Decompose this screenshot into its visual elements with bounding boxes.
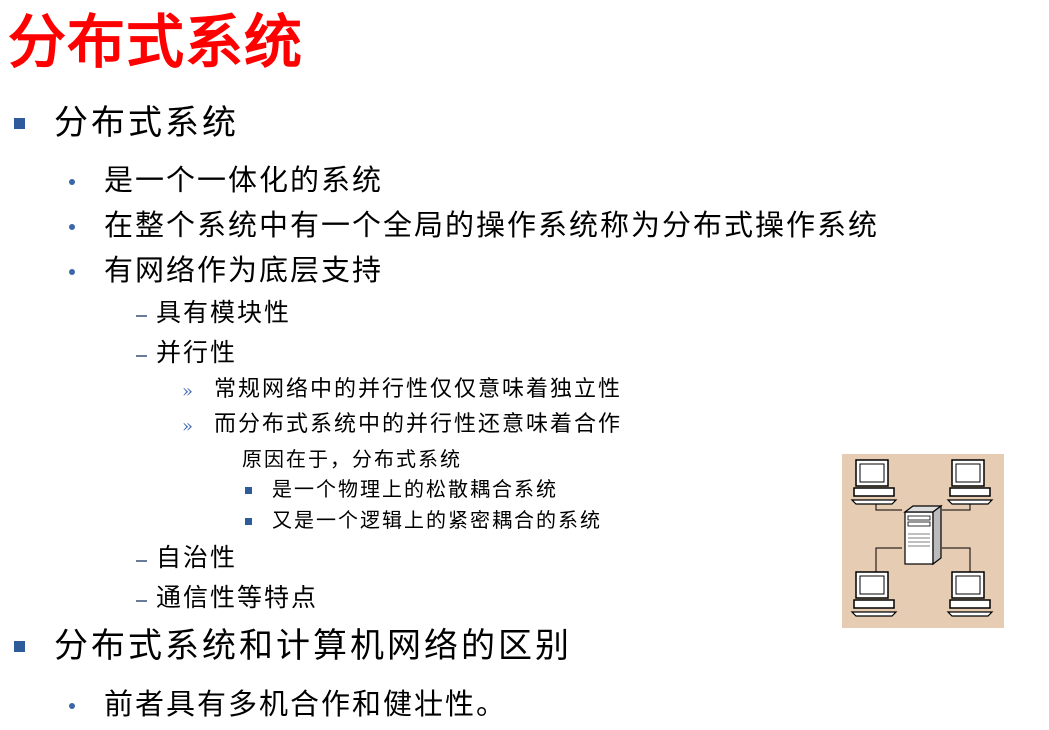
server-tower-icon [903, 504, 943, 566]
bullet-l5: 又是一个逻辑上的紧密耦合的系统 [272, 508, 602, 532]
dash-bullet-icon [136, 355, 147, 357]
bullet-l4: 常规网络中的并行性仅仅意味着独立性 [214, 377, 623, 402]
bullet-l1: 分布式系统和计算机网络的区别 [54, 626, 572, 666]
dot-bullet-icon [69, 224, 75, 230]
dot-bullet-icon [69, 269, 75, 275]
bullet-l5: 是一个物理上的松散耦合系统 [272, 477, 558, 501]
square-bullet-icon [14, 118, 25, 129]
network-diagram [842, 454, 1004, 628]
dash-bullet-icon [136, 315, 147, 317]
double-chevron-bullet-icon: » [182, 381, 194, 402]
bullet-l2: 前者具有多机合作和健壮性。 [104, 687, 508, 721]
bullet-l3: 并行性 [156, 338, 238, 367]
square-bullet-icon [14, 641, 25, 652]
square-bullet-icon [245, 487, 252, 494]
dash-bullet-icon [136, 560, 147, 562]
bullet-l1: 分布式系统 [54, 103, 239, 143]
bullet-l2: 有网络作为底层支持 [104, 253, 384, 287]
slide-title: 分布式系统 [8, 8, 304, 76]
bullet-l3: 具有模块性 [156, 298, 292, 327]
bullet-l2: 在整个系统中有一个全局的操作系统称为分布式操作系统 [104, 208, 880, 242]
dot-bullet-icon [69, 703, 75, 709]
desktop-computer-icon [850, 459, 898, 505]
desktop-computer-icon [946, 459, 994, 505]
bullet-l2: 是一个一体化的系统 [104, 163, 384, 197]
double-chevron-bullet-icon: » [182, 416, 194, 437]
desktop-computer-icon [946, 571, 994, 617]
bullet-l4: 而分布式系统中的并行性还意味着合作 [214, 412, 623, 437]
desktop-computer-icon [850, 571, 898, 617]
square-bullet-icon [245, 518, 252, 525]
network-diagram-graphic [850, 459, 994, 617]
dot-bullet-icon [69, 179, 75, 185]
bullet-l4-continuation: 原因在于，分布式系统 [242, 447, 462, 471]
dash-bullet-icon [136, 600, 147, 602]
bullet-l3: 自治性 [156, 543, 238, 572]
bullet-l3: 通信性等特点 [156, 583, 319, 612]
